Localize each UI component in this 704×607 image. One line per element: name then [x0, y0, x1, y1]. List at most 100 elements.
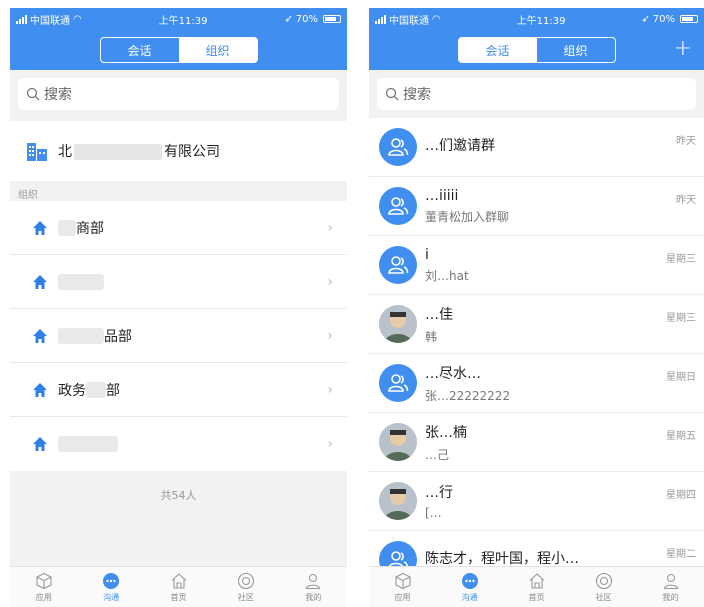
tab-label: 首页: [170, 592, 187, 602]
building-icon: [27, 143, 47, 161]
redacted-text: [74, 144, 162, 160]
conversation-row[interactable]: 张…楠 …己 星期五: [369, 413, 704, 472]
tab-label: 沟通: [461, 592, 478, 602]
tab-label: 首页: [528, 592, 545, 602]
chevron-right-icon: ›: [327, 274, 333, 290]
conversation-title: …iiiii: [425, 187, 459, 204]
tab-chat[interactable]: 沟通: [77, 567, 144, 607]
tab-label: 沟通: [103, 592, 120, 602]
conversation-text: …行 […: [425, 482, 696, 520]
chevron-right-icon: ›: [327, 220, 333, 236]
tab-community[interactable]: 社区: [570, 567, 637, 607]
wifi-icon: ◠: [432, 13, 441, 25]
location-icon: ➶: [641, 13, 650, 25]
company-name-suffix: 有限公司: [164, 144, 220, 160]
conversation-text: i 刘…hat: [425, 247, 696, 284]
tab-label: 我的: [662, 592, 679, 602]
bottom-tab-bar: 应用 沟通 首页 社区 我的: [369, 566, 704, 607]
conversation-list: …们邀请群 昨天 …iiiii 董青松加入群聊 昨天 i 刘…hat 星期三 …佳韩星期三 …尽水…: [369, 118, 704, 590]
stage: 中国联通 ◠ 上午11:39 ➶ 70% 会话 组织 搜索 北 有限公司 组织 …: [0, 0, 704, 607]
conversation-row[interactable]: …iiiii 董青松加入群聊 昨天: [369, 177, 704, 236]
search-icon: [385, 87, 399, 101]
tab-home[interactable]: 首页: [145, 567, 212, 607]
house-icon: [33, 437, 47, 451]
section-label: 组织: [18, 190, 38, 201]
group-avatar-icon: [379, 246, 417, 284]
conversation-row[interactable]: …尽水… 张…22222222 星期日: [369, 354, 704, 413]
tab-conversations[interactable]: 会话: [101, 38, 179, 62]
redacted-text: [86, 381, 106, 398]
conversation-text: …们邀请群: [425, 135, 696, 159]
tab-conversations[interactable]: 会话: [458, 38, 537, 62]
department-row[interactable]: ›: [10, 417, 347, 471]
tab-label: 应用: [35, 592, 52, 602]
view-switcher: 会话 组织: [99, 37, 258, 63]
signal-icon: [16, 14, 27, 24]
cube-icon: [394, 572, 411, 589]
status-bar: 中国联通 ◠ 上午11:39 ➶ 70%: [10, 8, 347, 30]
group-avatar-icon: [379, 128, 417, 166]
user-icon: [306, 573, 321, 589]
department-row[interactable]: 商部 ›: [10, 201, 347, 255]
redacted-text: [58, 219, 76, 236]
department-row[interactable]: 政务 部 ›: [10, 363, 347, 417]
nav-bar: 会话 组织 +: [369, 30, 704, 70]
tab-organization[interactable]: 组织: [178, 38, 257, 62]
group-avatar-icon: [379, 187, 417, 225]
search-input[interactable]: 搜索: [18, 78, 339, 110]
conversation-row[interactable]: …佳韩星期三: [369, 295, 704, 354]
tab-label: 社区: [595, 592, 612, 602]
conversation-row[interactable]: …行 [… 星期四: [369, 472, 704, 531]
tab-profile[interactable]: 我的: [637, 567, 704, 607]
tab-label: 应用: [394, 592, 411, 602]
cube-icon: [36, 572, 52, 589]
home-icon: [171, 572, 186, 589]
conversation-time: 星期四: [666, 490, 696, 501]
nav-bar: 会话 组织: [10, 30, 347, 70]
conversation-time: 星期五: [666, 431, 696, 442]
search-icon: [26, 87, 40, 101]
tab-chat[interactable]: 沟通: [436, 567, 503, 607]
conversation-text: 张…楠 …己: [425, 422, 696, 463]
redacted-text: [58, 327, 104, 344]
department-row[interactable]: 品部 ›: [10, 309, 347, 363]
tab-organization[interactable]: 组织: [537, 38, 615, 62]
conversation-preview: 董青松加入群聊: [425, 209, 510, 224]
chevron-right-icon: ›: [327, 328, 333, 344]
department-row[interactable]: ›: [10, 255, 347, 309]
carrier-label: 中国联通: [389, 15, 429, 27]
tab-apps[interactable]: 应用: [10, 567, 77, 607]
tab-profile[interactable]: 我的: [280, 567, 347, 607]
conversation-title: i: [425, 246, 429, 263]
organization-screen: 中国联通 ◠ 上午11:39 ➶ 70% 会话 组织 搜索 北 有限公司 组织 …: [10, 8, 347, 607]
tab-community[interactable]: 社区: [212, 567, 279, 607]
company-name-prefix: 北: [58, 144, 72, 160]
conversation-title: 陈志才，程叶国，程小…: [425, 551, 579, 567]
conversation-time: 昨天: [676, 195, 696, 206]
chat-bubble-icon: [461, 572, 478, 589]
conversation-screen: 中国联通 ◠ 上午11:39 ➶ 70% 会话 组织 + 搜索 …们邀请群 昨天……: [369, 8, 704, 607]
department-name-prefix: 政务: [58, 382, 86, 399]
conversation-title: …尽水…: [425, 365, 481, 382]
conversation-row[interactable]: …们邀请群 昨天: [369, 118, 704, 177]
conversation-row[interactable]: i 刘…hat 星期三: [369, 236, 704, 295]
search-input[interactable]: 搜索: [377, 78, 696, 110]
add-button[interactable]: +: [674, 36, 692, 62]
tab-apps[interactable]: 应用: [369, 567, 436, 607]
clock: 上午11:39: [516, 15, 566, 27]
company-row[interactable]: 北 有限公司: [10, 121, 347, 181]
department-name: 品部: [104, 328, 132, 345]
clock: 上午11:39: [158, 15, 208, 27]
house-icon: [33, 328, 47, 343]
battery-icon: [680, 15, 698, 23]
conversation-time: 星期日: [666, 372, 696, 383]
carrier-label: 中国联通: [30, 15, 70, 27]
conversation-time: 星期三: [666, 254, 696, 265]
conversation-title: …佳: [425, 306, 453, 323]
wifi-icon: ◠: [73, 13, 82, 25]
conversation-time: 昨天: [676, 136, 696, 147]
avatar: [379, 423, 417, 461]
conversation-title: …们邀请群: [425, 138, 495, 154]
search-placeholder: 搜索: [403, 87, 431, 103]
tab-home[interactable]: 首页: [503, 567, 570, 607]
